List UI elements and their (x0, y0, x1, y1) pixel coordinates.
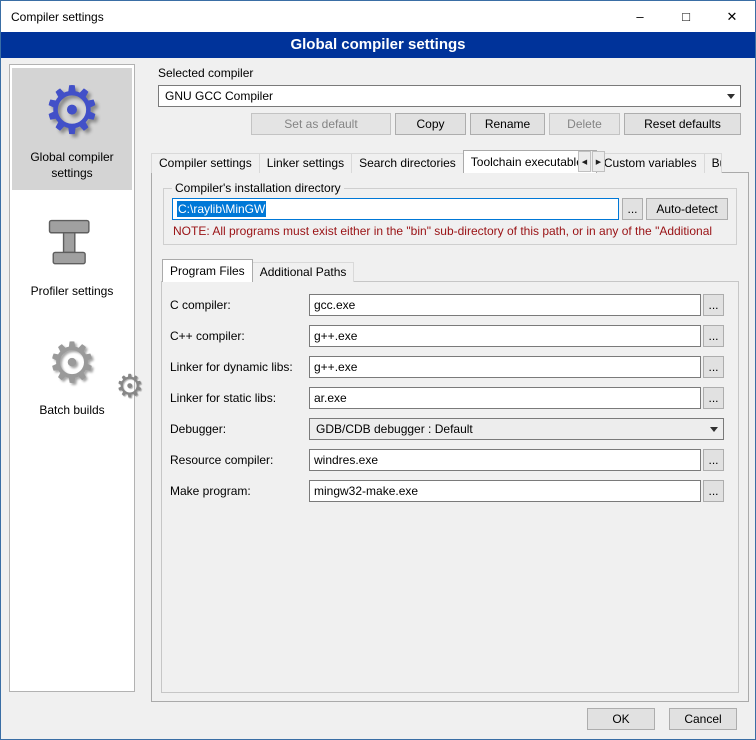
field-label: Make program: (170, 484, 309, 498)
c-compiler-browse-button[interactable]: ... (703, 294, 724, 316)
linker-dynamic-value: g++.exe (314, 360, 357, 374)
tab-scrollers: ◀ ▶ (578, 151, 605, 172)
settings-tabs: Compiler settings Linker settings Search… (151, 150, 749, 173)
tab-custom-variables[interactable]: Custom variables (596, 153, 705, 173)
field-row-cpp-compiler: C++ compiler: g++.exe ... (170, 325, 724, 347)
field-row-make-program: Make program: mingw32-make.exe ... (170, 480, 724, 502)
selected-compiler-value: GNU GCC Compiler (159, 89, 722, 103)
debugger-value: GDB/CDB debugger : Default (310, 422, 705, 436)
close-icon: ✕ (727, 9, 738, 25)
c-compiler-input[interactable]: gcc.exe (309, 294, 701, 316)
sidebar-item-batch-builds[interactable]: ⚙ ⚙ Batch builds (12, 321, 132, 428)
tab-linker-settings[interactable]: Linker settings (259, 153, 352, 173)
maximize-button[interactable]: □ (663, 1, 709, 32)
selected-compiler-label: Selected compiler (158, 66, 253, 80)
toolchain-executables-panel: Compiler's installation directory C:\ray… (151, 172, 749, 702)
field-label: Debugger: (170, 422, 309, 436)
tab-build[interactable]: Build (704, 153, 722, 173)
arrow-left-icon: ◀ (582, 158, 587, 166)
installation-note: NOTE: All programs must exist either in … (173, 224, 728, 238)
copy-button[interactable]: Copy (395, 113, 466, 135)
reset-defaults-button[interactable]: Reset defaults (624, 113, 741, 135)
cpp-compiler-browse-button[interactable]: ... (703, 325, 724, 347)
field-row-resource-compiler: Resource compiler: windres.exe ... (170, 449, 724, 471)
linker-dynamic-input[interactable]: g++.exe (309, 356, 701, 378)
field-label: C compiler: (170, 298, 309, 312)
global-compiler-settings-gear-icon: ⚙ (14, 73, 130, 147)
field-label: Resource compiler: (170, 453, 309, 467)
c-compiler-value: gcc.exe (314, 298, 355, 312)
program-files-panel: C compiler: gcc.exe ... C++ compiler: g+… (161, 281, 739, 693)
installation-directory-value: C:\raylib\MinGW (177, 201, 266, 217)
make-program-browse-button[interactable]: ... (703, 480, 724, 502)
field-label: Linker for dynamic libs: (170, 360, 309, 374)
window-title: Compiler settings (1, 10, 104, 24)
delete-button[interactable]: Delete (549, 113, 620, 135)
field-row-linker-static: Linker for static libs: ar.exe ... (170, 387, 724, 409)
sidebar-item-label: Batch builds (14, 400, 130, 419)
auto-detect-button[interactable]: Auto-detect (646, 198, 728, 220)
maximize-icon: □ (682, 9, 690, 24)
titlebar[interactable]: Compiler settings – □ ✕ (1, 1, 755, 32)
ok-button[interactable]: OK (587, 708, 655, 730)
linker-static-input[interactable]: ar.exe (309, 387, 701, 409)
installation-directory-group: Compiler's installation directory C:\ray… (163, 181, 737, 245)
field-row-c-compiler: C compiler: gcc.exe ... (170, 294, 724, 316)
cpp-compiler-input[interactable]: g++.exe (309, 325, 701, 347)
resource-compiler-browse-button[interactable]: ... (703, 449, 724, 471)
compiler-settings-window: Compiler settings – □ ✕ Global compiler … (0, 0, 756, 740)
sidebar-item-global-compiler-settings[interactable]: ⚙ Global compiler settings (12, 68, 132, 190)
chevron-down-icon (705, 427, 723, 432)
resource-compiler-input[interactable]: windres.exe (309, 449, 701, 471)
field-row-debugger: Debugger: GDB/CDB debugger : Default (170, 418, 724, 440)
close-button[interactable]: ✕ (709, 1, 755, 32)
installation-directory-legend: Compiler's installation directory (172, 181, 344, 195)
gear-icon: ⚙ (47, 335, 97, 391)
set-as-default-button[interactable]: Set as default (251, 113, 391, 135)
linker-dynamic-browse-button[interactable]: ... (703, 356, 724, 378)
installation-directory-input[interactable]: C:\raylib\MinGW (172, 198, 619, 220)
subtab-program-files[interactable]: Program Files (162, 259, 253, 282)
dialog-header: Global compiler settings (1, 32, 755, 58)
dialog-footer: OK Cancel (587, 708, 737, 730)
installation-directory-row: C:\raylib\MinGW ... Auto-detect (172, 198, 728, 220)
profiler-settings-icon (14, 207, 130, 281)
cancel-button[interactable]: Cancel (669, 708, 737, 730)
minimize-icon: – (636, 9, 643, 24)
resource-compiler-value: windres.exe (314, 453, 378, 467)
cpp-compiler-value: g++.exe (314, 329, 357, 343)
chevron-down-icon (722, 94, 740, 99)
gear-icon: ⚙ (115, 370, 144, 402)
make-program-value: mingw32-make.exe (314, 484, 418, 498)
tab-toolchain-executables[interactable]: Toolchain executables (463, 150, 597, 173)
tab-compiler-settings[interactable]: Compiler settings (151, 153, 260, 173)
batch-builds-gears-icon: ⚙ ⚙ (14, 326, 130, 400)
field-label: C++ compiler: (170, 329, 309, 343)
sidebar-item-label: Profiler settings (14, 281, 130, 300)
sidebar-item-profiler-settings[interactable]: Profiler settings (12, 202, 132, 309)
field-label: Linker for static libs: (170, 391, 309, 405)
sidebar: ⚙ Global compiler settings Profiler sett… (9, 64, 135, 692)
compiler-toolbar: Set as default Copy Rename Delete Reset … (158, 113, 741, 135)
tab-scroll-left-button[interactable]: ◀ (578, 151, 591, 172)
sidebar-item-label: Global compiler settings (14, 147, 130, 181)
window-controls: – □ ✕ (617, 1, 755, 32)
make-program-input[interactable]: mingw32-make.exe (309, 480, 701, 502)
installation-directory-browse-button[interactable]: ... (622, 198, 643, 220)
arrow-right-icon: ▶ (596, 158, 601, 166)
program-files-tabs: Program Files Additional Paths (161, 259, 739, 282)
subtab-additional-paths[interactable]: Additional Paths (252, 262, 355, 282)
tab-search-directories[interactable]: Search directories (351, 153, 464, 173)
selected-compiler-dropdown[interactable]: GNU GCC Compiler (158, 85, 741, 107)
rename-button[interactable]: Rename (470, 113, 545, 135)
debugger-select[interactable]: GDB/CDB debugger : Default (309, 418, 724, 440)
linker-static-value: ar.exe (314, 391, 347, 405)
linker-static-browse-button[interactable]: ... (703, 387, 724, 409)
minimize-button[interactable]: – (617, 1, 663, 32)
tab-scroll-right-button[interactable]: ▶ (592, 151, 605, 172)
field-row-linker-dynamic: Linker for dynamic libs: g++.exe ... (170, 356, 724, 378)
